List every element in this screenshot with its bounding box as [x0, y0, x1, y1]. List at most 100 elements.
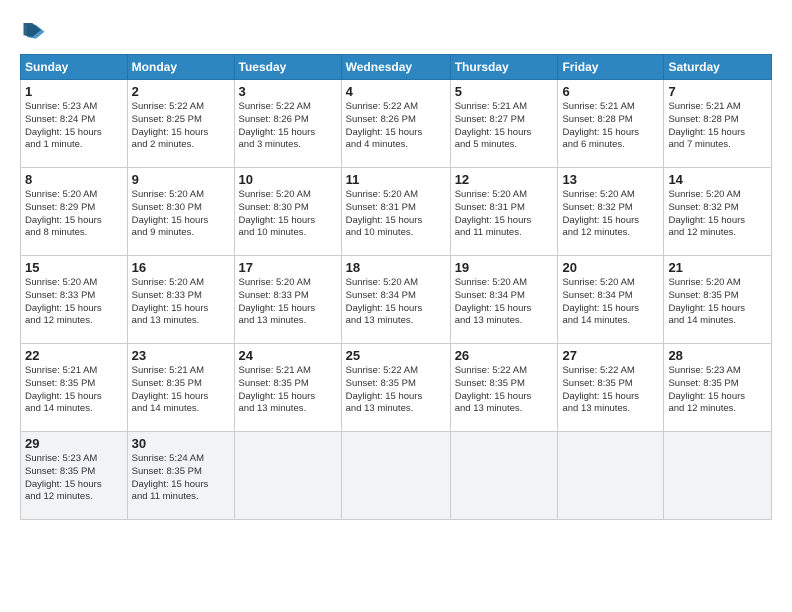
- day-info: Sunrise: 5:21 AM Sunset: 8:28 PM Dayligh…: [668, 101, 767, 152]
- calendar-header-thursday: Thursday: [450, 55, 558, 80]
- calendar-cell: 3 Sunrise: 5:22 AM Sunset: 8:26 PM Daylig…: [234, 80, 341, 168]
- day-info: Sunrise: 5:20 AM Sunset: 8:31 PM Dayligh…: [455, 189, 554, 240]
- day-number: 12: [455, 172, 554, 187]
- calendar-cell: 29 Sunrise: 5:23 AM Sunset: 8:35 PM Dayli…: [21, 432, 128, 520]
- day-info: Sunrise: 5:22 AM Sunset: 8:26 PM Dayligh…: [239, 101, 337, 152]
- calendar-week-5: 29 Sunrise: 5:23 AM Sunset: 8:35 PM Dayli…: [21, 432, 772, 520]
- calendar-cell: 30Sunrise: 5:24 AM Sunset: 8:35 PM Dayli…: [127, 432, 234, 520]
- day-info: Sunrise: 5:22 AM Sunset: 8:35 PM Dayligh…: [346, 365, 446, 416]
- calendar-cell: 15 Sunrise: 5:20 AM Sunset: 8:33 PM Dayli…: [21, 256, 128, 344]
- calendar-cell: 12 Sunrise: 5:20 AM Sunset: 8:31 PM Dayli…: [450, 168, 558, 256]
- calendar-header-saturday: Saturday: [664, 55, 772, 80]
- day-info: Sunrise: 5:22 AM Sunset: 8:26 PM Dayligh…: [346, 101, 446, 152]
- day-info: Sunrise: 5:22 AM Sunset: 8:35 PM Dayligh…: [455, 365, 554, 416]
- day-number: 24: [239, 348, 337, 363]
- calendar-cell: [450, 432, 558, 520]
- calendar-cell: [341, 432, 450, 520]
- calendar-cell: 23 Sunrise: 5:21 AM Sunset: 8:35 PM Dayli…: [127, 344, 234, 432]
- calendar-cell: [558, 432, 664, 520]
- day-number: 29: [25, 436, 123, 451]
- day-number: 5: [455, 84, 554, 99]
- day-number: 8: [25, 172, 123, 187]
- calendar-header-row: SundayMondayTuesdayWednesdayThursdayFrid…: [21, 55, 772, 80]
- day-number: 26: [455, 348, 554, 363]
- day-info: Sunrise: 5:22 AM Sunset: 8:25 PM Dayligh…: [132, 101, 230, 152]
- calendar-cell: 17 Sunrise: 5:20 AM Sunset: 8:33 PM Dayli…: [234, 256, 341, 344]
- day-info: Sunrise: 5:23 AM Sunset: 8:35 PM Dayligh…: [668, 365, 767, 416]
- day-number: 19: [455, 260, 554, 275]
- calendar-cell: [664, 432, 772, 520]
- day-number: 20: [562, 260, 659, 275]
- day-info: Sunrise: 5:20 AM Sunset: 8:34 PM Dayligh…: [562, 277, 659, 328]
- calendar-header-tuesday: Tuesday: [234, 55, 341, 80]
- logo: [20, 16, 52, 44]
- calendar-header-wednesday: Wednesday: [341, 55, 450, 80]
- calendar-cell: 27 Sunrise: 5:22 AM Sunset: 8:35 PM Dayli…: [558, 344, 664, 432]
- day-info: Sunrise: 5:21 AM Sunset: 8:27 PM Dayligh…: [455, 101, 554, 152]
- calendar-cell: 11 Sunrise: 5:20 AM Sunset: 8:31 PM Dayli…: [341, 168, 450, 256]
- calendar-cell: 18 Sunrise: 5:20 AM Sunset: 8:34 PM Dayli…: [341, 256, 450, 344]
- calendar-cell: 9 Sunrise: 5:20 AM Sunset: 8:30 PM Daylig…: [127, 168, 234, 256]
- calendar-cell: 16 Sunrise: 5:20 AM Sunset: 8:33 PM Dayli…: [127, 256, 234, 344]
- day-number: 25: [346, 348, 446, 363]
- calendar-cell: 6 Sunrise: 5:21 AM Sunset: 8:28 PM Daylig…: [558, 80, 664, 168]
- day-number: 13: [562, 172, 659, 187]
- calendar-cell: 20 Sunrise: 5:20 AM Sunset: 8:34 PM Dayli…: [558, 256, 664, 344]
- calendar-cell: 26 Sunrise: 5:22 AM Sunset: 8:35 PM Dayli…: [450, 344, 558, 432]
- day-number: 16: [132, 260, 230, 275]
- calendar-cell: [234, 432, 341, 520]
- day-info: Sunrise: 5:20 AM Sunset: 8:30 PM Dayligh…: [132, 189, 230, 240]
- day-number: 21: [668, 260, 767, 275]
- calendar-cell: 7 Sunrise: 5:21 AM Sunset: 8:28 PM Daylig…: [664, 80, 772, 168]
- calendar-cell: 4 Sunrise: 5:22 AM Sunset: 8:26 PM Daylig…: [341, 80, 450, 168]
- calendar-cell: 19 Sunrise: 5:20 AM Sunset: 8:34 PM Dayli…: [450, 256, 558, 344]
- day-info: Sunrise: 5:21 AM Sunset: 8:35 PM Dayligh…: [25, 365, 123, 416]
- day-info: Sunrise: 5:20 AM Sunset: 8:34 PM Dayligh…: [455, 277, 554, 328]
- calendar-header-friday: Friday: [558, 55, 664, 80]
- day-number: 15: [25, 260, 123, 275]
- calendar-cell: 8 Sunrise: 5:20 AM Sunset: 8:29 PM Daylig…: [21, 168, 128, 256]
- day-number: 22: [25, 348, 123, 363]
- day-info: Sunrise: 5:20 AM Sunset: 8:32 PM Dayligh…: [562, 189, 659, 240]
- day-info: Sunrise: 5:20 AM Sunset: 8:35 PM Dayligh…: [668, 277, 767, 328]
- calendar-cell: 25 Sunrise: 5:22 AM Sunset: 8:35 PM Dayli…: [341, 344, 450, 432]
- calendar-week-1: 1 Sunrise: 5:23 AM Sunset: 8:24 PM Daylig…: [21, 80, 772, 168]
- header: [20, 16, 772, 44]
- calendar-week-3: 15 Sunrise: 5:20 AM Sunset: 8:33 PM Dayli…: [21, 256, 772, 344]
- calendar-cell: 14 Sunrise: 5:20 AM Sunset: 8:32 PM Dayli…: [664, 168, 772, 256]
- day-info: Sunrise: 5:20 AM Sunset: 8:33 PM Dayligh…: [25, 277, 123, 328]
- calendar: SundayMondayTuesdayWednesdayThursdayFrid…: [20, 54, 772, 520]
- day-info: Sunrise: 5:20 AM Sunset: 8:34 PM Dayligh…: [346, 277, 446, 328]
- calendar-week-2: 8 Sunrise: 5:20 AM Sunset: 8:29 PM Daylig…: [21, 168, 772, 256]
- day-number: 3: [239, 84, 337, 99]
- calendar-week-4: 22 Sunrise: 5:21 AM Sunset: 8:35 PM Dayli…: [21, 344, 772, 432]
- day-number: 4: [346, 84, 446, 99]
- day-number: 1: [25, 84, 123, 99]
- day-number: 9: [132, 172, 230, 187]
- day-number: 18: [346, 260, 446, 275]
- day-info: Sunrise: 5:21 AM Sunset: 8:28 PM Dayligh…: [562, 101, 659, 152]
- calendar-cell: 28 Sunrise: 5:23 AM Sunset: 8:35 PM Dayli…: [664, 344, 772, 432]
- day-number: 23: [132, 348, 230, 363]
- day-number: 14: [668, 172, 767, 187]
- day-info: Sunrise: 5:20 AM Sunset: 8:32 PM Dayligh…: [668, 189, 767, 240]
- day-info: Sunrise: 5:20 AM Sunset: 8:33 PM Dayligh…: [239, 277, 337, 328]
- day-info: Sunrise: 5:21 AM Sunset: 8:35 PM Dayligh…: [132, 365, 230, 416]
- day-number: 6: [562, 84, 659, 99]
- calendar-header-monday: Monday: [127, 55, 234, 80]
- day-info: Sunrise: 5:24 AM Sunset: 8:35 PM Dayligh…: [132, 453, 230, 504]
- day-info: Sunrise: 5:22 AM Sunset: 8:35 PM Dayligh…: [562, 365, 659, 416]
- day-number: 17: [239, 260, 337, 275]
- day-number: 28: [668, 348, 767, 363]
- calendar-cell: 2 Sunrise: 5:22 AM Sunset: 8:25 PM Daylig…: [127, 80, 234, 168]
- day-info: Sunrise: 5:23 AM Sunset: 8:24 PM Dayligh…: [25, 101, 123, 152]
- day-info: Sunrise: 5:20 AM Sunset: 8:33 PM Dayligh…: [132, 277, 230, 328]
- day-info: Sunrise: 5:20 AM Sunset: 8:29 PM Dayligh…: [25, 189, 123, 240]
- logo-icon: [20, 16, 48, 44]
- day-info: Sunrise: 5:20 AM Sunset: 8:31 PM Dayligh…: [346, 189, 446, 240]
- day-info: Sunrise: 5:23 AM Sunset: 8:35 PM Dayligh…: [25, 453, 123, 504]
- day-number: 7: [668, 84, 767, 99]
- day-number: 11: [346, 172, 446, 187]
- day-number: 2: [132, 84, 230, 99]
- day-number: 27: [562, 348, 659, 363]
